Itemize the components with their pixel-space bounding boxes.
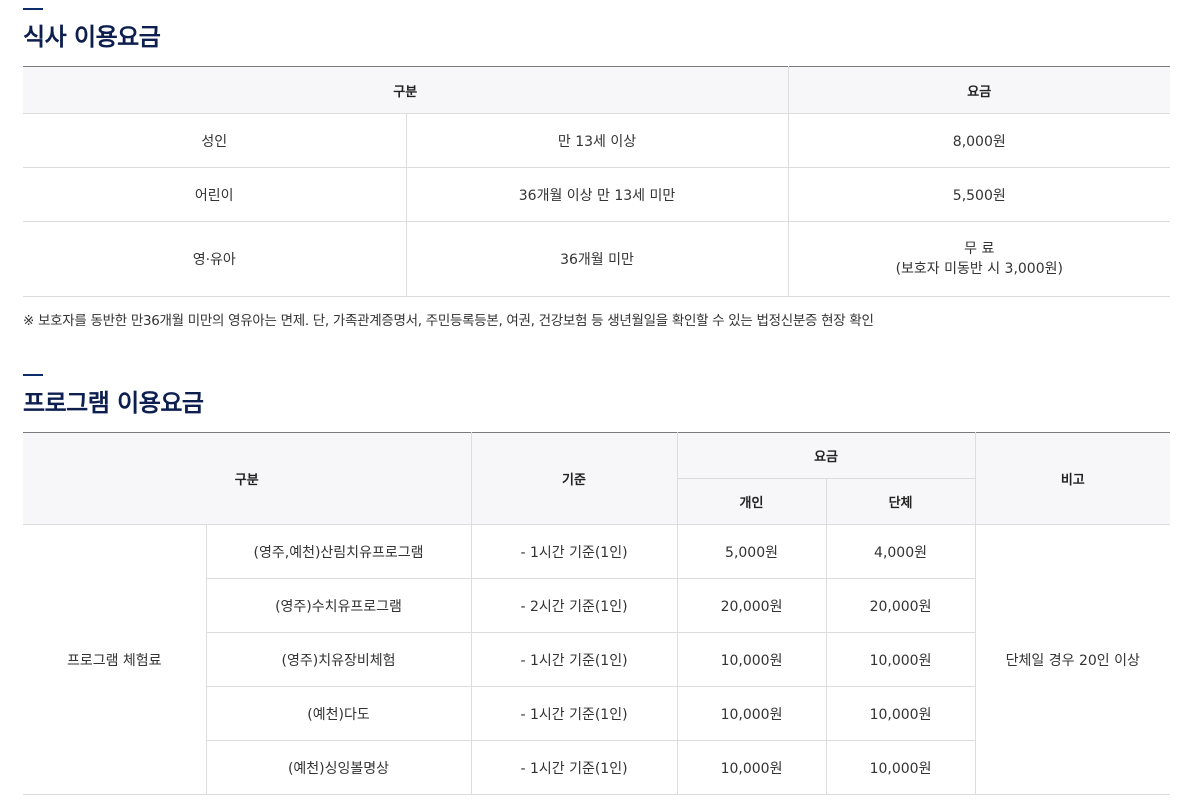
program-row-individual: 10,000원	[676, 632, 827, 687]
program-row-group: 20,000원	[825, 578, 976, 633]
title-accent-bar	[23, 374, 43, 376]
program-fee-section: 프로그램 이용요금 구분 기준 요금 비고 개인 단체 프로그램 체험료 (영주…	[23, 374, 1171, 795]
program-row-group: 10,000원	[825, 632, 976, 687]
program-header-individual: 개인	[677, 478, 827, 525]
program-header-category: 구분	[23, 432, 472, 525]
program-row-group: 10,000원	[825, 686, 976, 741]
program-remark: 단체일 경우 20인 이상	[974, 524, 1171, 795]
program-row-criteria: - 1시간 기준(1인)	[470, 632, 678, 687]
program-header-fee: 요금	[676, 432, 976, 479]
program-fee-title: 프로그램 이용요금	[23, 389, 204, 417]
program-row-criteria: - 2시간 기준(1인)	[470, 578, 678, 633]
meal-fee-section: 식사 이용요금 구분 요금 성인 만 13세 이상 8,000원 어린이 36개…	[23, 8, 1171, 329]
program-header-group: 단체	[825, 478, 976, 525]
program-row-group: 4,000원	[825, 524, 976, 579]
meal-row-criteria: 만 13세 이상	[405, 113, 789, 168]
program-row-name: (영주,예천)산림치유프로그램	[205, 524, 472, 579]
program-row-criteria: - 1시간 기준(1인)	[470, 524, 678, 579]
program-row-individual: 5,000원	[676, 524, 827, 579]
program-row-individual: 20,000원	[676, 578, 827, 633]
program-row-criteria: - 1시간 기준(1인)	[470, 740, 678, 795]
meal-row-name: 영·유아	[23, 221, 407, 297]
meal-row-fee: 무 료	[964, 241, 995, 257]
meal-row-name: 어린이	[23, 167, 407, 222]
table-row: 성인 만 13세 이상 8,000원	[23, 113, 1171, 168]
table-row: 영·유아 36개월 미만 무 료 (보호자 미동반 시 3,000원)	[23, 221, 1171, 297]
table-row: 어린이 36개월 이상 만 13세 미만 5,500원	[23, 167, 1171, 222]
program-row-criteria: - 1시간 기준(1인)	[470, 686, 678, 741]
program-row-name: (영주)수치유프로그램	[205, 578, 472, 633]
meal-row-fee: 5,500원	[787, 167, 1171, 222]
meal-fee-title: 식사 이용요금	[23, 23, 161, 51]
program-row-individual: 10,000원	[676, 686, 827, 741]
program-row-name: (예천)싱잉볼명상	[205, 740, 472, 795]
program-header-criteria: 기준	[470, 432, 678, 525]
meal-header-category: 구분	[23, 66, 789, 114]
meal-fee-table: 구분 요금 성인 만 13세 이상 8,000원 어린이 36개월 이상 만 1…	[23, 66, 1171, 297]
program-header-remark: 비고	[974, 432, 1171, 525]
meal-row-name: 성인	[23, 113, 407, 168]
table-row: 프로그램 체험료 (영주,예천)산림치유프로그램 - 1시간 기준(1인) 5,…	[23, 524, 1171, 795]
meal-row-criteria: 36개월 미만	[405, 221, 789, 297]
meal-row-criteria: 36개월 이상 만 13세 미만	[405, 167, 789, 222]
program-category-label: 프로그램 체험료	[23, 524, 207, 795]
meal-header-fee: 요금	[787, 66, 1171, 114]
program-row-individual: 10,000원	[676, 740, 827, 795]
meal-row-fee-cell: 무 료 (보호자 미동반 시 3,000원)	[787, 221, 1171, 297]
meal-fee-note: ※ 보호자를 동반한 만36개월 미만의 영유아는 면제. 단, 가족관계증명서…	[23, 313, 874, 329]
program-row-name: (영주)치유장비체험	[205, 632, 472, 687]
program-row-group: 10,000원	[825, 740, 976, 795]
meal-row-fee-note: (보호자 미동반 시 3,000원)	[895, 261, 1063, 277]
meal-row-fee: 8,000원	[787, 113, 1171, 168]
program-fee-table: 구분 기준 요금 비고 개인 단체 프로그램 체험료 (영주,예천)산림치유프로…	[23, 432, 1171, 795]
title-accent-bar	[23, 8, 43, 10]
program-row-name: (예천)다도	[205, 686, 472, 741]
